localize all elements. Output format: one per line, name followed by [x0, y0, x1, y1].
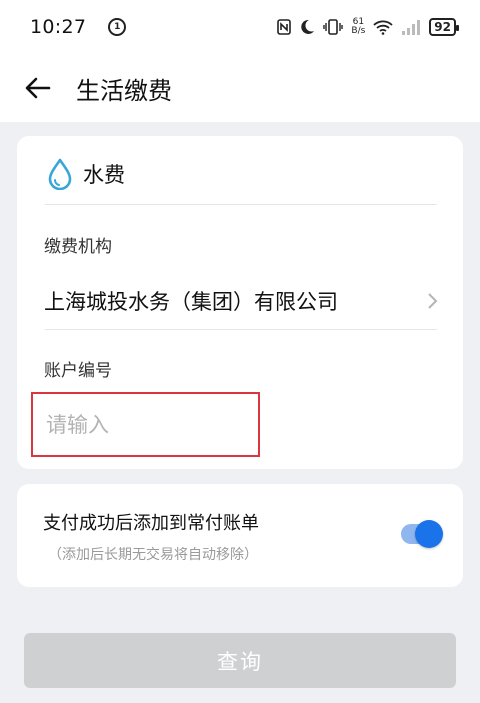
- back-button[interactable]: [14, 64, 62, 112]
- divider: [45, 204, 437, 205]
- battery-level: 92: [434, 20, 451, 34]
- network-speed: 61 B/s: [351, 18, 365, 36]
- autopay-title: 支付成功后添加到常付账单: [43, 513, 259, 534]
- account-number-field[interactable]: [31, 392, 260, 457]
- water-drop-icon: [48, 158, 72, 190]
- org-value: 上海城投水务（集团）有限公司: [44, 290, 338, 314]
- page-title: 生活缴费: [76, 76, 172, 105]
- app-header: 生活缴费: [0, 54, 480, 122]
- signal-strength-icon: [401, 19, 421, 35]
- notification-badge-icon: 1: [108, 18, 127, 36]
- status-icons: 61 B/s 92: [277, 18, 459, 36]
- payment-form-card: 水费 缴费机构 上海城投水务（集团）有限公司 账户编号: [17, 136, 463, 469]
- do-not-disturb-moon-icon: [299, 19, 315, 35]
- org-selector[interactable]: 上海城投水务（集团）有限公司: [44, 281, 439, 321]
- account-label: 账户编号: [44, 361, 112, 381]
- account-number-input[interactable]: [33, 394, 258, 455]
- chevron-right-icon: [428, 293, 438, 309]
- utility-name: 水费: [83, 163, 125, 187]
- arrow-left-icon: [25, 77, 51, 99]
- wifi-icon: [373, 19, 393, 35]
- status-time: 10:27: [30, 16, 87, 38]
- autopay-subtitle: （添加后长期无交易将自动移除）: [48, 547, 258, 563]
- network-speed-unit: B/s: [351, 26, 366, 36]
- org-label: 缴费机构: [44, 237, 112, 257]
- vibrate-icon: [323, 19, 344, 35]
- divider: [45, 329, 437, 330]
- utility-type: 水费: [47, 158, 125, 190]
- battery-icon: 92: [429, 18, 459, 36]
- autopay-toggle[interactable]: [401, 520, 443, 548]
- autopay-card: 支付成功后添加到常付账单 （添加后长期无交易将自动移除）: [17, 484, 463, 587]
- query-button[interactable]: 查询: [24, 633, 456, 688]
- nfc-icon: [277, 19, 292, 35]
- toggle-knob: [415, 520, 443, 548]
- status-bar: 10:27 1 61 B/s 92: [0, 0, 480, 54]
